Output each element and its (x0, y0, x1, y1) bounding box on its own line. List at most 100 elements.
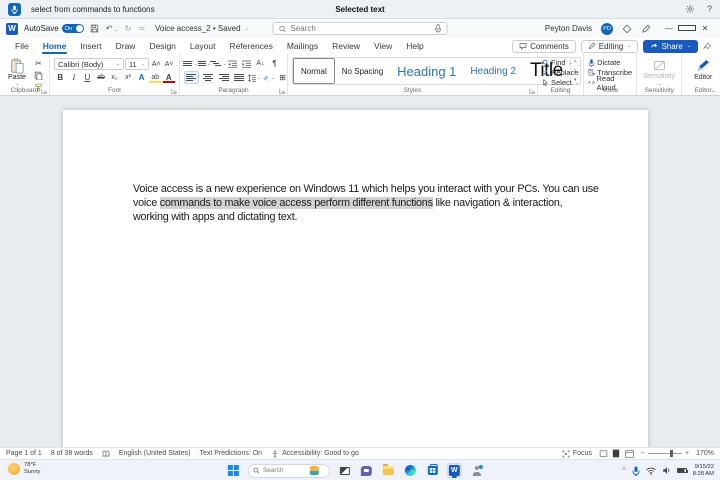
font-size-select[interactable]: 11 ⌄ (124, 58, 150, 70)
find-button[interactable]: Find ⌄ (542, 58, 579, 67)
ribbon-search-box[interactable] (272, 22, 448, 35)
document-title[interactable]: Voice access_2 • Saved ⌄ (155, 24, 249, 33)
tab-draw[interactable]: Draw (109, 39, 143, 53)
web-layout-button[interactable] (625, 449, 634, 458)
tab-home[interactable]: Home (36, 39, 74, 54)
text-effects-button[interactable]: A (135, 72, 148, 83)
style-heading-2[interactable]: Heading 2 (463, 58, 523, 84)
align-left-button[interactable] (184, 71, 199, 84)
paste-button[interactable]: Paste ⌄ (4, 56, 30, 87)
autosave-toggle[interactable]: AutoSave On (24, 24, 84, 33)
styles-dialog-launcher[interactable] (529, 88, 535, 94)
help-icon[interactable]: ? (707, 4, 712, 14)
style-no-spacing[interactable]: No Spacing (335, 58, 390, 84)
tab-mailings[interactable]: Mailings (280, 39, 325, 53)
search-input[interactable] (290, 24, 431, 33)
justify-button[interactable] (232, 71, 247, 84)
paragraph-dialog-launcher[interactable] (279, 88, 285, 94)
undo-button[interactable]: ↶⌄ (106, 24, 118, 33)
sort-button[interactable]: A↓ (254, 58, 267, 69)
chat-app-button[interactable] (359, 463, 374, 478)
pen-feedback-icon[interactable] (641, 24, 651, 34)
clipboard-dialog-launcher[interactable] (41, 88, 47, 94)
line-spacing-button[interactable]: ⌄ (248, 72, 261, 83)
align-right-button[interactable] (216, 71, 231, 84)
replace-button[interactable]: Replace (542, 68, 579, 77)
sensitivity-button[interactable]: Sensitivity ⌄ (641, 56, 677, 87)
customize-toolbar-icon[interactable]: ≂ (138, 24, 145, 33)
italic-button[interactable]: I (68, 72, 81, 83)
tray-mic-icon[interactable] (632, 466, 640, 476)
align-center-button[interactable] (200, 71, 215, 84)
language-indicator[interactable]: English (United States) (119, 450, 191, 457)
read-aloud-button[interactable]: A Read Aloud (588, 74, 632, 92)
paragraph-text[interactable]: Voice access is a new experience on Wind… (133, 182, 630, 224)
font-color-button[interactable]: A (163, 72, 176, 83)
font-dialog-launcher[interactable] (171, 88, 177, 94)
accessibility-indicator[interactable]: Accessibility: Good to go (271, 450, 359, 458)
battery-icon[interactable] (676, 468, 688, 473)
collapse-ribbon-button[interactable]: ⌄ (711, 87, 716, 94)
tab-view[interactable]: View (367, 39, 399, 53)
grow-font-button[interactable]: A˄ (150, 59, 162, 70)
weather-widget[interactable]: 78°F Sunny (8, 462, 40, 476)
pin-ribbon-icon[interactable] (703, 42, 712, 51)
multilevel-list-button[interactable]: ⌄ (210, 58, 227, 69)
cut-button[interactable]: ✂ (32, 58, 45, 69)
subscript-button[interactable]: x₂ (108, 72, 121, 83)
tab-file[interactable]: File (8, 39, 36, 53)
word-count[interactable]: 8 of 38 words (51, 450, 93, 457)
zoom-level[interactable]: 170% (696, 450, 714, 457)
strikethrough-button[interactable]: ab (95, 72, 108, 83)
select-button[interactable]: Select ⌄ (542, 78, 579, 87)
user-name[interactable]: Peyton Davis (545, 24, 592, 33)
bold-button[interactable]: B (54, 72, 67, 83)
increase-indent-button[interactable] (240, 58, 253, 69)
person-app-button[interactable] (469, 463, 484, 478)
tab-references[interactable]: References (222, 39, 279, 53)
decrease-indent-button[interactable] (226, 58, 239, 69)
tab-layout[interactable]: Layout (183, 39, 223, 53)
tab-insert[interactable]: Insert (73, 39, 108, 53)
editing-mode-button[interactable]: Editing ⌄ (580, 39, 639, 53)
zoom-slider[interactable] (648, 450, 682, 457)
proofing-book-icon[interactable] (102, 450, 110, 458)
tab-review[interactable]: Review (325, 39, 367, 53)
diamond-icon[interactable] (622, 24, 632, 34)
zoom-slider-knob[interactable] (670, 450, 674, 457)
show-hide-marks-button[interactable]: ¶ (268, 58, 281, 69)
file-explorer-button[interactable] (381, 463, 396, 478)
microsoft-store-button[interactable] (425, 463, 440, 478)
task-view-button[interactable] (337, 463, 352, 478)
settings-gear-icon[interactable] (685, 4, 695, 14)
voice-access-mic-button[interactable] (8, 2, 21, 16)
redo-button[interactable]: ↻ (125, 24, 132, 33)
word-taskbar-button[interactable]: W (446, 463, 462, 478)
bullets-button[interactable]: ⌄ (183, 58, 198, 69)
taskbar-search-input[interactable] (262, 467, 307, 474)
page-indicator[interactable]: Page 1 of 1 (6, 450, 42, 457)
clock[interactable]: 9/15/22 8:28 AM (693, 464, 714, 478)
style-normal[interactable]: Normal (293, 58, 335, 84)
numbering-button[interactable]: ⌄ (197, 58, 211, 69)
dictate-button[interactable]: Dictate (588, 58, 632, 67)
maximize-button[interactable] (678, 24, 696, 33)
tray-expand-chevron[interactable]: ^ (622, 468, 625, 474)
highlight-color-button[interactable]: ab (149, 72, 162, 83)
comments-button[interactable]: Comments (512, 39, 576, 53)
volume-icon[interactable] (662, 466, 671, 475)
superscript-button[interactable]: x² (122, 72, 135, 83)
zoom-in-button[interactable]: + (685, 450, 689, 457)
share-button[interactable]: Share ⌄ (643, 39, 698, 53)
read-mode-button[interactable] (599, 449, 608, 458)
wifi-icon[interactable] (646, 467, 656, 475)
document-page[interactable]: Voice access is a new experience on Wind… (63, 110, 648, 447)
copy-button[interactable] (32, 70, 45, 81)
print-layout-button[interactable] (612, 449, 621, 458)
document-canvas[interactable]: Voice access is a new experience on Wind… (0, 96, 720, 447)
word-app-icon[interactable]: W (6, 22, 18, 35)
underline-button[interactable]: U (81, 72, 94, 83)
save-icon[interactable] (90, 24, 99, 33)
tab-design[interactable]: Design (142, 39, 182, 53)
search-mic-icon[interactable] (434, 24, 442, 33)
